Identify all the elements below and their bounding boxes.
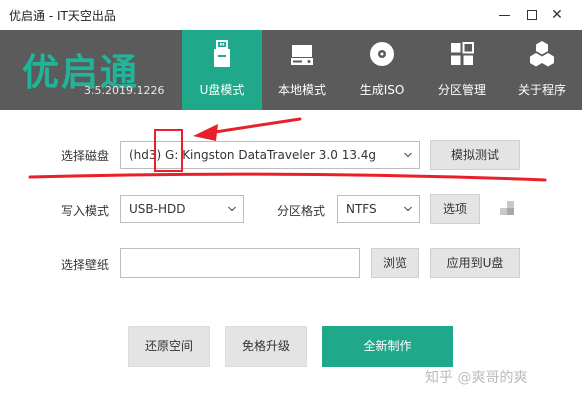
disc-icon (370, 42, 394, 66)
partition-grid-icon (451, 42, 474, 65)
restore-space-button[interactable]: 还原空间 (128, 326, 210, 367)
partition-format-label: 分区格式 (277, 204, 326, 218)
usb-drive-icon (214, 40, 230, 67)
apply-to-usb-button[interactable]: 应用到U盘 (430, 248, 520, 278)
write-mode-value: USB-HDD (129, 202, 186, 216)
tab-label: U盘模式 (199, 83, 245, 97)
tab-about[interactable]: 关于程序 (502, 30, 582, 110)
mosaic-icon[interactable] (494, 197, 518, 221)
partition-format-select[interactable]: NTFS (337, 195, 420, 223)
simulate-test-button[interactable]: 模拟测试 (430, 140, 520, 170)
version-text: 3.5.2019.1226 (84, 84, 165, 97)
options-button[interactable]: 选项 (430, 194, 480, 224)
hard-disk-icon (291, 45, 313, 65)
tab-label: 生成ISO (359, 83, 405, 97)
disk-label: 选择磁盘 (61, 149, 110, 163)
tab-local-mode[interactable]: 本地模式 (262, 30, 342, 110)
app-header: 优启通 3.5.2019.1226 U盘模式 本地模式 生成ISO 分区管理 关… (0, 30, 582, 110)
tab-generate-iso[interactable]: 生成ISO (342, 30, 422, 110)
write-mode-label: 写入模式 (61, 204, 110, 218)
create-new-button[interactable]: 全新制作 (322, 326, 453, 367)
tab-partition-manage[interactable]: 分区管理 (422, 30, 502, 110)
browse-button[interactable]: 浏览 (371, 248, 419, 278)
watermark-text: 知乎 @爽哥的爽 (425, 370, 528, 386)
red-underline (28, 172, 547, 182)
cubes-icon (530, 41, 554, 67)
title-bar: 优启通 - IT天空出品 ✕ (0, 0, 582, 30)
close-icon[interactable]: ✕ (545, 4, 569, 26)
write-mode-select[interactable]: USB-HDD (120, 195, 244, 223)
disk-select-value: (hd3) G: Kingston DataTraveler 3.0 13.4g (129, 148, 377, 162)
tab-usb-mode[interactable]: U盘模式 (182, 30, 262, 110)
tab-label: 分区管理 (437, 83, 486, 97)
chevron-down-icon (228, 206, 236, 212)
upgrade-no-format-button[interactable]: 免格升级 (225, 326, 307, 367)
window-title: 优启通 - IT天空出品 (9, 9, 116, 23)
disk-select[interactable]: (hd3) G: Kingston DataTraveler 3.0 13.4g (120, 141, 420, 169)
chevron-down-icon (404, 206, 412, 212)
tab-label: 本地模式 (277, 83, 326, 97)
red-arrow-head (193, 124, 218, 141)
maximize-icon[interactable] (520, 4, 544, 26)
wallpaper-label: 选择壁纸 (61, 258, 110, 272)
chevron-down-icon (404, 152, 412, 158)
red-arrow-shaft (213, 117, 302, 134)
wallpaper-path-input[interactable] (120, 248, 360, 278)
minimize-icon[interactable] (492, 4, 516, 26)
partition-format-value: NTFS (346, 202, 377, 216)
tab-label: 关于程序 (517, 83, 566, 97)
